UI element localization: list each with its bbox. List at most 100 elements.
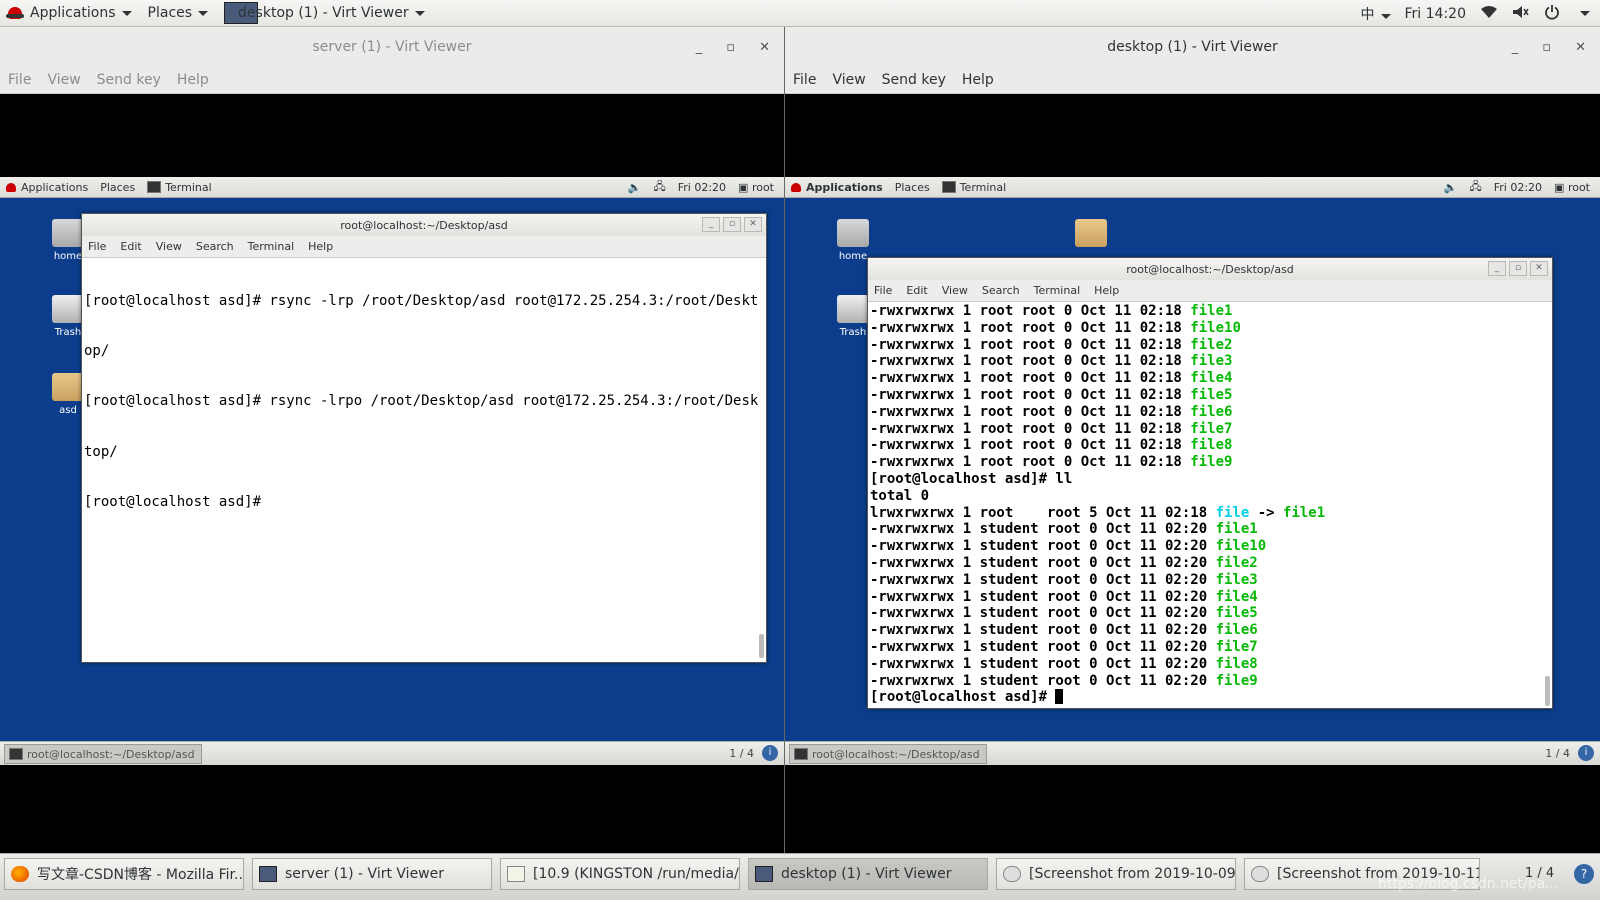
volume-icon[interactable]: 🔈 [628,181,642,194]
terminal-prompt: [root@localhost asd]# [870,689,1550,706]
menu-help[interactable]: Help [1094,284,1119,297]
guest-clock[interactable]: Fri 02:20 [678,181,726,194]
chevron-down-icon [121,10,132,16]
menu-file[interactable]: File [8,72,31,88]
window-titlebar[interactable]: server (1) - Virt Viewer _ ▫ ✕ [0,27,784,67]
guest-terminal-item[interactable]: Terminal [936,181,1013,194]
info-icon[interactable]: ? [1574,864,1594,884]
guest-applications-menu[interactable]: Applications [785,181,889,194]
menu-help[interactable]: Help [177,72,209,88]
workspace-indicator[interactable]: 1 / 4 [729,747,754,760]
minimize-button[interactable]: _ [1488,261,1506,276]
power-icon[interactable] [1544,4,1560,24]
menu-terminal[interactable]: Terminal [248,240,295,253]
guest-task-terminal[interactable]: root@localhost:~/Desktop/asd [4,744,202,764]
menu-view[interactable]: View [47,72,80,88]
terminal-line: [root@localhost asd]# rsync -lrpo /root/… [84,393,759,410]
menu-view[interactable]: View [156,240,182,253]
taskbar-item-firefox[interactable]: 写文章-CSDN博客 - Mozilla Fir... [4,858,244,890]
guest-places-menu[interactable]: Places [889,181,936,194]
filename: file8 [1190,437,1233,454]
menu-view[interactable]: View [832,72,865,88]
minimize-button[interactable]: _ [1512,40,1519,55]
menu-send-key[interactable]: Send key [882,72,946,88]
terminal-line: -rwxrwxrwx 1 student root 0 Oct 11 02:20… [870,538,1550,555]
terminal-line: top/ [84,443,118,460]
taskbar-item-editor[interactable]: [10.9 (KINGSTON /run/media/ki... [500,858,740,890]
minimize-button[interactable]: _ [696,40,703,55]
terminal-line: [root@localhost asd]# [84,494,262,511]
guest-terminal-item[interactable]: Terminal [141,181,218,194]
guest-clock[interactable]: Fri 02:20 [1494,181,1542,194]
guest-task-terminal[interactable]: root@localhost:~/Desktop/asd [789,744,987,764]
menu-view[interactable]: View [942,284,968,297]
maximize-button[interactable]: ▫ [723,217,741,232]
menu-search[interactable]: Search [196,240,234,253]
guest-display[interactable]: Applications Places Terminal 🔈 🖧 Fri 02:… [0,177,784,765]
menu-search[interactable]: Search [982,284,1020,297]
maximize-button[interactable]: ▫ [1509,261,1527,276]
workspace-indicator[interactable]: 1 / 4 [1545,747,1570,760]
menu-help[interactable]: Help [962,72,994,88]
minimize-button[interactable]: _ [702,217,720,232]
chevron-down-icon[interactable] [1580,11,1590,16]
close-button[interactable]: ✕ [744,217,762,232]
menu-edit[interactable]: Edit [120,240,141,253]
user-menu[interactable]: ▣ root [1554,181,1590,194]
taskbar-item-screenshot-1[interactable]: [Screenshot from 2019-10-09... [996,858,1236,890]
info-icon[interactable]: i [1578,745,1594,761]
maximize-button[interactable]: ▫ [726,40,735,55]
menu-file[interactable]: File [88,240,106,253]
desktop-icon-folder[interactable] [1069,219,1113,251]
guest-places-menu[interactable]: Places [94,181,141,194]
terminal-titlebar[interactable]: root@localhost:~/Desktop/asd _ ▫ ✕ [868,258,1552,280]
network-icon[interactable]: 🖧 [1469,178,1481,197]
input-method-indicator[interactable]: 中 [1361,4,1391,24]
prompt-text: [root@localhost asd]# [870,689,1056,706]
window-titlebar[interactable]: desktop (1) - Virt Viewer _ ▫ ✕ [785,27,1600,67]
bottom-taskbar: 写文章-CSDN博客 - Mozilla Fir... server (1) -… [0,853,1600,900]
taskbar-item-server-viewer[interactable]: server (1) - Virt Viewer [252,858,492,890]
virt-viewer-icon [259,866,277,882]
clock[interactable]: Fri 14:20 [1405,6,1466,22]
line-text: -rwxrwxrwx 1 root root 0 Oct 11 02:18 [870,336,1191,353]
guest-applications-menu[interactable]: Applications [0,181,94,194]
close-button[interactable]: ✕ [1575,40,1586,55]
info-icon[interactable]: i [762,745,778,761]
terminal-window[interactable]: root@localhost:~/Desktop/asd _ ▫ ✕ File Ed… [81,213,767,663]
filename: file9 [1190,454,1233,471]
workspace-indicator[interactable]: 1 / 4 [1525,866,1554,881]
scrollbar[interactable] [1545,676,1550,706]
taskbar-item-desktop-viewer[interactable]: desktop (1) - Virt Viewer [748,858,988,890]
menu-help[interactable]: Help [308,240,333,253]
applications-label: Applications [30,5,116,21]
menu-edit[interactable]: Edit [906,284,927,297]
terminal-output[interactable]: [root@localhost asd]# rsync -lrp /root/D… [82,258,766,546]
places-menu[interactable]: Places [140,0,217,27]
volume-icon[interactable]: 🔈 [1444,181,1458,194]
close-button[interactable]: ✕ [1530,261,1548,276]
menu-file[interactable]: File [793,72,816,88]
chevron-down-icon [414,10,425,16]
applications-menu[interactable]: Applications [0,0,140,27]
terminal-titlebar[interactable]: root@localhost:~/Desktop/asd _ ▫ ✕ [82,214,766,236]
menu-terminal[interactable]: Terminal [1034,284,1081,297]
user-menu[interactable]: ▣ root [738,181,774,194]
maximize-button[interactable]: ▫ [1542,40,1551,55]
close-button[interactable]: ✕ [759,40,770,55]
active-window-menu[interactable]: desktop (1) - Virt Viewer [216,0,433,27]
guest-display[interactable]: Applications Places Terminal 🔈 🖧 Fri 02:… [785,177,1600,765]
menu-send-key[interactable]: Send key [97,72,161,88]
desktop-icon-home[interactable]: home [831,219,875,262]
scrollbar[interactable] [759,634,764,658]
volume-icon[interactable] [1512,5,1530,23]
terminal-window[interactable]: root@localhost:~/Desktop/asd _ ▫ ✕ File Ed… [867,257,1553,709]
wifi-icon[interactable] [1480,5,1498,23]
terminal-output[interactable]: -rwxrwxrwx 1 root root 0 Oct 11 02:18 fi… [868,302,1552,707]
menu-file[interactable]: File [874,284,892,297]
terminal-line: -rwxrwxrwx 1 root root 0 Oct 11 02:18 fi… [870,370,1550,387]
network-icon[interactable]: 🖧 [653,178,665,197]
line-text: -rwxrwxrwx 1 root root 0 Oct 11 02:18 [870,420,1191,437]
filename: file5 [1190,386,1233,403]
taskbar-item-screenshot-2[interactable]: [Screenshot from 2019-10-11... [1244,858,1480,890]
